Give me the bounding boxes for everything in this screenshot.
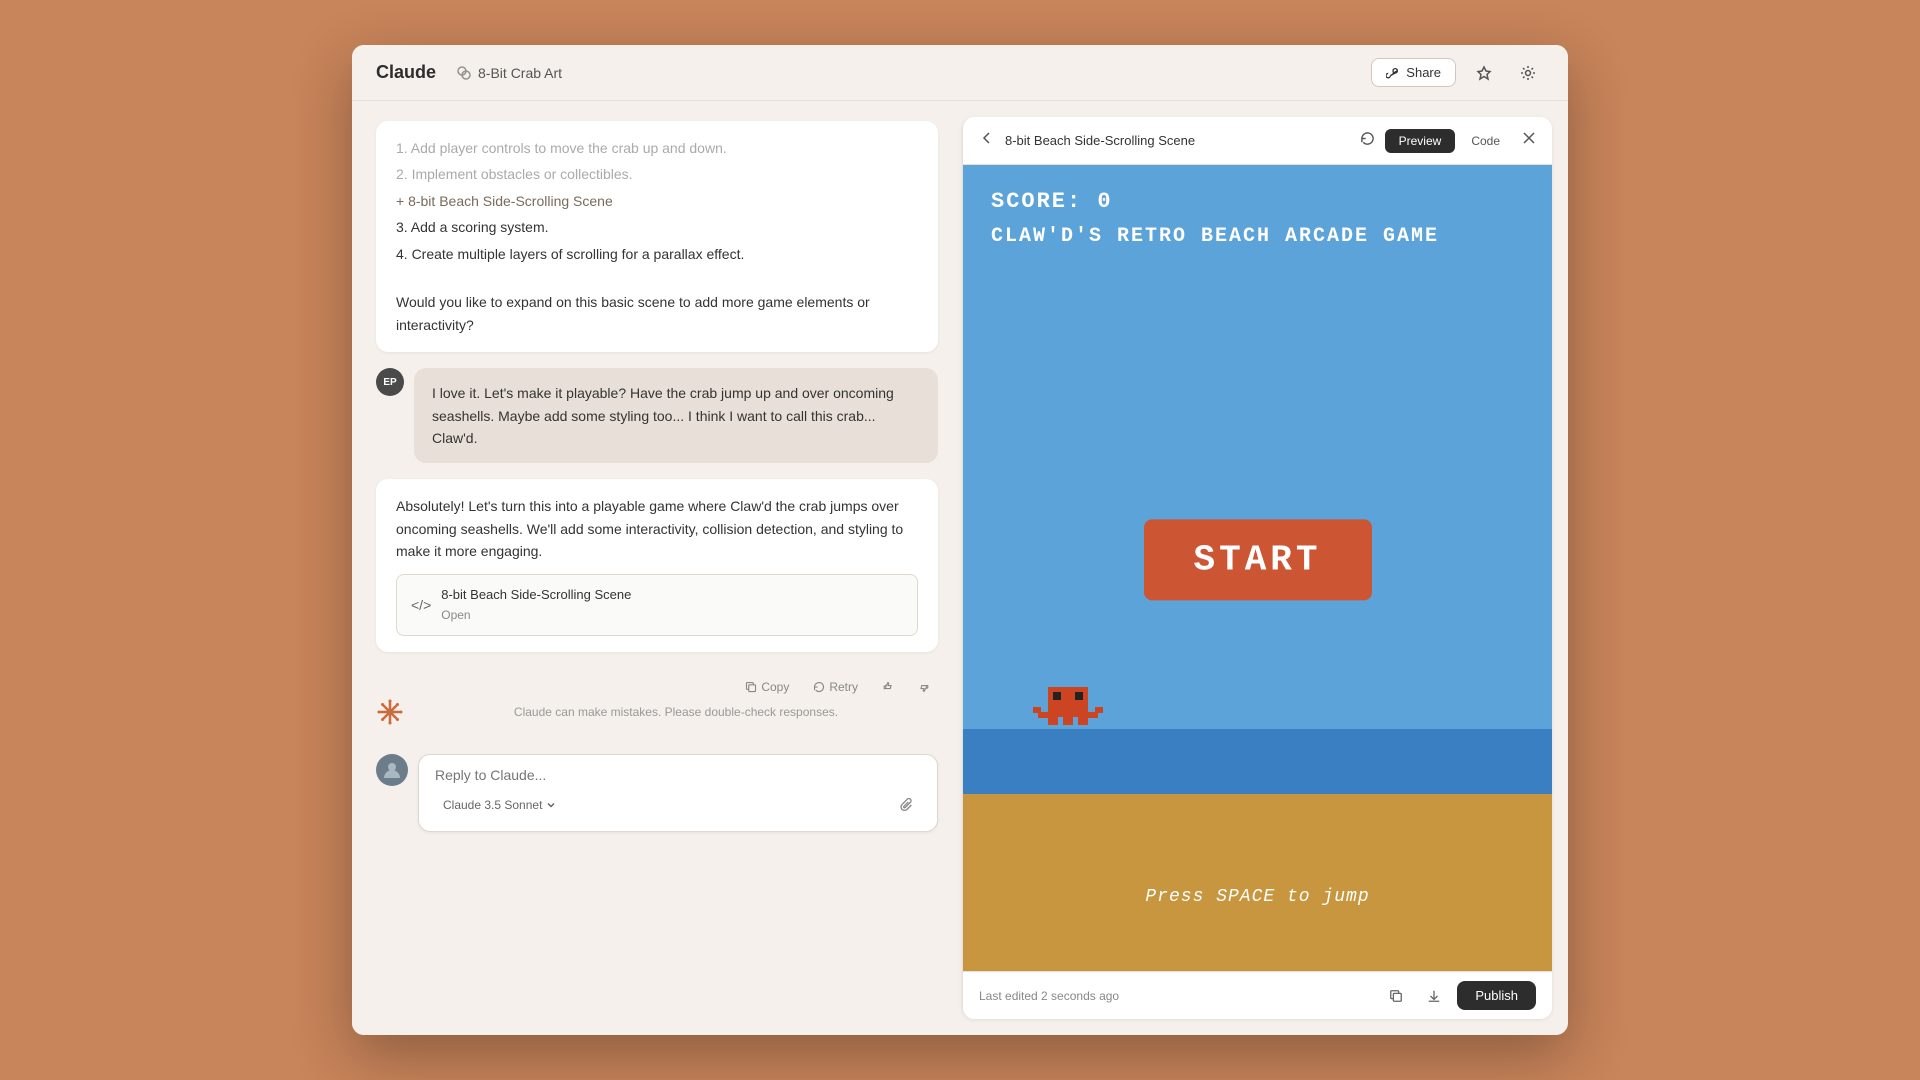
user-avatar-small — [376, 754, 408, 786]
list-item-1: 1. Add player controls to move the crab … — [396, 137, 918, 159]
message-actions: Copy Retry — [376, 676, 938, 698]
retry-label: Retry — [829, 680, 858, 694]
tab-code[interactable]: Code — [1457, 129, 1514, 153]
close-preview-button[interactable] — [1522, 131, 1536, 150]
footer-actions: Publish — [1381, 981, 1536, 1011]
assistant-message-1: 1. Add player controls to move the crab … — [376, 121, 938, 352]
settings-icon — [1520, 65, 1536, 81]
game-title: CLAW'D'S RETRO BEACH ARCADE GAME — [991, 225, 1439, 248]
attach-button[interactable] — [893, 791, 921, 819]
star-icon — [1476, 65, 1492, 81]
code-icon: </> — [411, 594, 431, 616]
settings-button[interactable] — [1512, 57, 1544, 89]
copy-artifact-button[interactable] — [1381, 981, 1411, 1011]
back-icon — [979, 130, 995, 146]
assistant-followup: Would you like to expand on this basic s… — [396, 291, 918, 336]
refresh-icon — [1360, 131, 1375, 146]
crab-svg — [1033, 677, 1103, 737]
chevron-down-icon — [546, 800, 556, 810]
back-button[interactable] — [979, 130, 995, 151]
paperclip-icon — [900, 798, 914, 812]
start-button[interactable]: START — [1143, 519, 1371, 600]
list-item-3: + 8-bit Beach Side-Scrolling Scene — [396, 190, 918, 212]
disclaimer-text: Claude can make mistakes. Please double-… — [414, 705, 938, 719]
retry-button[interactable]: Retry — [805, 676, 866, 698]
project-name: 8-Bit Crab Art — [478, 65, 562, 81]
main-window: Claude 8-Bit Crab Art Share — [352, 45, 1568, 1035]
list-item-4: 3. Add a scoring system. — [396, 216, 918, 238]
thumbs-down-button[interactable] — [910, 677, 938, 697]
game-water — [963, 729, 1552, 793]
share-button[interactable]: Share — [1371, 58, 1456, 87]
thumbs-up-icon — [882, 681, 894, 693]
model-selector[interactable]: Claude 3.5 Sonnet — [435, 794, 564, 816]
content-area: 1. Add player controls to move the crab … — [352, 101, 1568, 1035]
project-info: 8-Bit Crab Art — [456, 65, 562, 81]
copy-button[interactable]: Copy — [737, 676, 797, 698]
artifact-title: 8-bit Beach Side-Scrolling Scene — [441, 585, 631, 606]
thumbs-up-button[interactable] — [874, 677, 902, 697]
game-canvas: SCORE: 0 CLAW'D'S RETRO BEACH ARCADE GAM… — [963, 165, 1552, 971]
input-box: Claude 3.5 Sonnet — [418, 754, 938, 832]
app-logo: Claude — [376, 62, 436, 83]
game-score: SCORE: 0 — [991, 189, 1113, 214]
claude-logo — [376, 698, 404, 726]
tab-preview[interactable]: Preview — [1385, 129, 1456, 153]
download-icon — [1427, 989, 1441, 1003]
input-bottom: Claude 3.5 Sonnet — [435, 791, 921, 819]
preview-tabs: Preview Code — [1385, 129, 1514, 153]
header: Claude 8-Bit Crab Art Share — [352, 45, 1568, 101]
chat-input[interactable] — [435, 767, 921, 783]
preview-footer: Last edited 2 seconds ago Publish — [963, 971, 1552, 1019]
user-avatar: EP — [376, 368, 404, 396]
claude-thinking-row: Claude can make mistakes. Please double-… — [376, 698, 938, 726]
press-space-text: Press SPACE to jump — [1145, 887, 1369, 907]
refresh-button[interactable] — [1360, 131, 1375, 151]
crab-sprite — [1033, 677, 1103, 737]
artifact-sub: Open — [441, 606, 631, 625]
user-bubble-1: I love it. Let's make it playable? Have … — [414, 368, 938, 463]
header-actions: Share — [1371, 57, 1544, 89]
download-button[interactable] — [1419, 981, 1449, 1011]
star-button[interactable] — [1468, 57, 1500, 89]
publish-button[interactable]: Publish — [1457, 981, 1536, 1010]
preview-panel: 8-bit Beach Side-Scrolling Scene Preview… — [962, 117, 1552, 1019]
list-item-2: 2. Implement obstacles or collectibles. — [396, 163, 918, 185]
list-item-5: 4. Create multiple layers of scrolling f… — [396, 243, 918, 265]
chat-panel: 1. Add player controls to move the crab … — [352, 101, 962, 1035]
artifact-info: 8-bit Beach Side-Scrolling Scene Open — [441, 585, 631, 625]
assistant-message-2: Absolutely! Let's turn this into a playa… — [376, 479, 938, 652]
close-icon — [1522, 131, 1536, 145]
retry-icon — [813, 681, 825, 693]
chat-input-area: Claude 3.5 Sonnet — [376, 738, 938, 852]
project-icon — [456, 65, 472, 81]
preview-title: 8-bit Beach Side-Scrolling Scene — [1005, 133, 1360, 148]
last-edited: Last edited 2 seconds ago — [979, 989, 1381, 1003]
user-message-row-1: EP I love it. Let's make it playable? Ha… — [376, 368, 938, 463]
assistant-intro: Absolutely! Let's turn this into a playa… — [396, 495, 918, 562]
user-icon — [382, 760, 402, 780]
copy-label: Copy — [761, 680, 789, 694]
share-label: Share — [1406, 65, 1441, 80]
model-label: Claude 3.5 Sonnet — [443, 798, 542, 812]
chat-input-row: Claude 3.5 Sonnet — [376, 754, 938, 832]
thumbs-down-icon — [918, 681, 930, 693]
share-icon — [1386, 66, 1400, 80]
copy-icon — [745, 681, 757, 693]
game-sand — [963, 794, 1552, 971]
user-initials: EP — [383, 377, 396, 388]
code-artifact[interactable]: </> 8-bit Beach Side-Scrolling Scene Ope… — [396, 574, 918, 636]
preview-header: 8-bit Beach Side-Scrolling Scene Preview… — [963, 117, 1552, 165]
copy-artifact-icon — [1389, 989, 1403, 1003]
